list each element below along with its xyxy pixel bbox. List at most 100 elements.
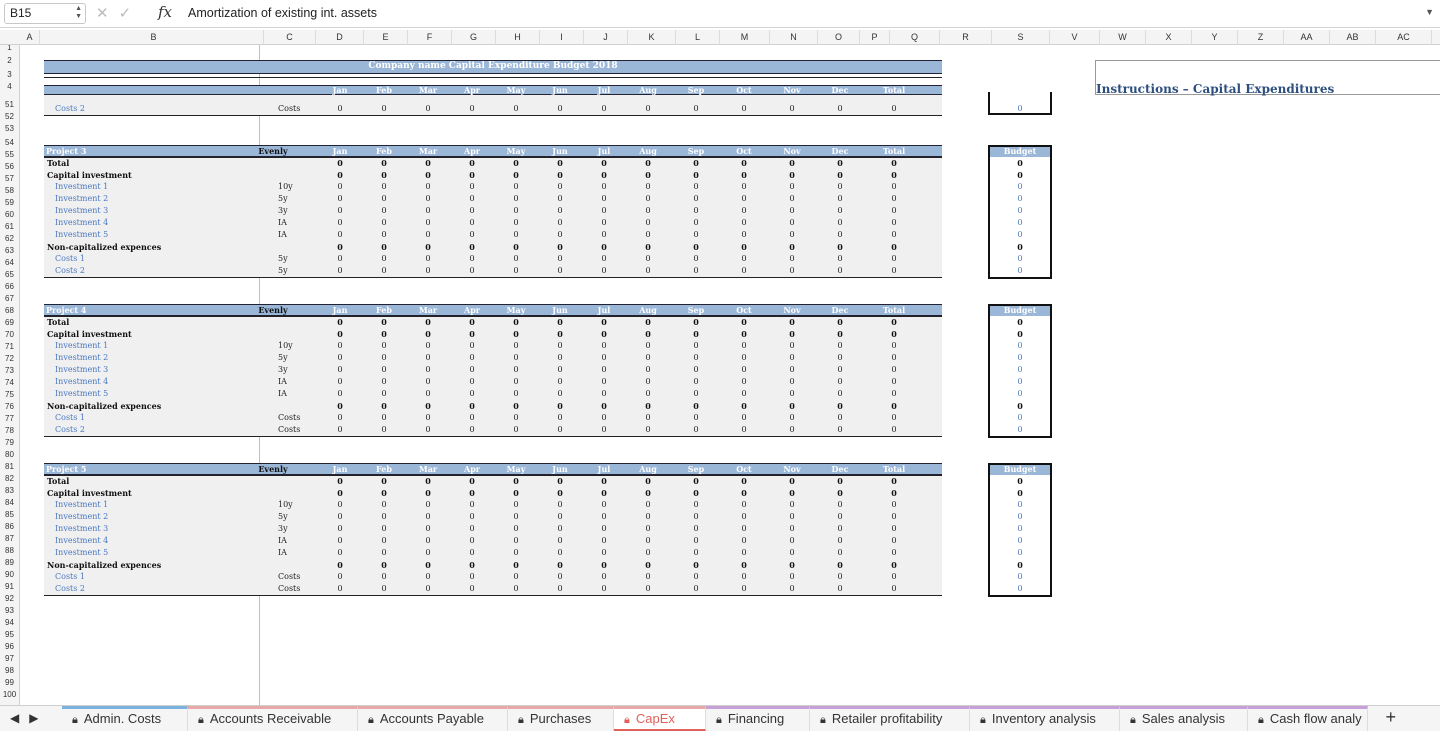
column-header-z[interactable]: Z [1238,30,1284,45]
row-number[interactable]: 88 [0,545,19,557]
add-sheet-button[interactable]: + [1385,707,1396,728]
column-header-m[interactable]: M [720,30,770,45]
next-sheet-icon[interactable]: ▶ [29,711,38,725]
column-header-ac[interactable]: AC [1376,30,1432,45]
tab-purchases[interactable]: 🔒︎ Purchases [508,706,614,731]
column-header-r[interactable]: R [940,30,992,45]
column-header-p[interactable]: P [860,30,890,45]
column-header-b[interactable]: B [44,30,264,45]
tab-accounts-payable[interactable]: 🔒︎ Accounts Payable [358,706,508,731]
row-number[interactable]: 94 [0,617,19,629]
column-header-e[interactable]: E [364,30,408,45]
column-header-f[interactable]: F [408,30,452,45]
row-number[interactable]: 73 [0,365,19,377]
column-header-v[interactable]: V [1050,30,1100,45]
sheet-nav-arrows[interactable]: ◀ ▶ [10,711,38,725]
row-number[interactable]: 75 [0,389,19,401]
row-number[interactable]: 68 [0,305,19,317]
row-number[interactable]: 86 [0,521,19,533]
row-number[interactable]: 83 [0,485,19,497]
row-number[interactable]: 53 [0,123,19,135]
column-header-ab[interactable]: AB [1330,30,1376,45]
row-number[interactable]: 95 [0,629,19,641]
prev-sheet-icon[interactable]: ◀ [10,711,19,725]
tab-inventory-analysis[interactable]: 🔒︎ Inventory analysis [970,706,1120,731]
column-header-w[interactable]: W [1100,30,1146,45]
column-header-k[interactable]: K [628,30,676,45]
tab-retailer-profitability[interactable]: 🔒︎ Retailer profitability [810,706,970,731]
row-number[interactable]: 87 [0,533,19,545]
row-number[interactable]: 55 [0,149,19,161]
column-header-o[interactable]: O [818,30,860,45]
row-number[interactable]: 56 [0,161,19,173]
column-header-n[interactable]: N [770,30,818,45]
row-number[interactable]: 100 [0,689,19,701]
row-number[interactable]: 92 [0,593,19,605]
column-header-d[interactable]: D [316,30,364,45]
row-number[interactable]: 61 [0,221,19,233]
tab-admin-costs[interactable]: 🔒︎ Admin. Costs [62,706,188,731]
row-number[interactable]: 97 [0,653,19,665]
row-number[interactable]: 67 [0,293,19,305]
column-header-j[interactable]: J [584,30,628,45]
tab-financing[interactable]: 🔒︎ Financing [706,706,810,731]
row-number[interactable]: 91 [0,581,19,593]
row-number[interactable]: 89 [0,557,19,569]
row-number[interactable]: 99 [0,677,19,689]
row-number[interactable]: 58 [0,185,19,197]
sheet-grid[interactable]: Company name Capital Expenditure Budget … [20,45,1440,705]
column-header-c[interactable]: C [264,30,316,45]
row-number[interactable]: 72 [0,353,19,365]
row-number[interactable]: 79 [0,437,19,449]
column-header-g[interactable]: G [452,30,496,45]
formula-expand-icon[interactable]: ▼ [1425,7,1434,17]
row-number[interactable]: 81 [0,461,19,473]
column-header-s[interactable]: S [992,30,1050,45]
row-number[interactable]: 57 [0,173,19,185]
row-number[interactable]: 52 [0,111,19,123]
row-number[interactable]: 3 [0,69,19,81]
tab-accounts-receivable[interactable]: 🔒︎ Accounts Receivable [188,706,358,731]
row-number[interactable]: 78 [0,425,19,437]
row-number[interactable]: 63 [0,245,19,257]
cancel-icon[interactable]: ✕ [96,5,119,22]
row-number[interactable]: 70 [0,329,19,341]
row-number[interactable]: 90 [0,569,19,581]
row-number[interactable]: 85 [0,509,19,521]
column-header-aa[interactable]: AA [1284,30,1330,45]
row-number[interactable]: 66 [0,281,19,293]
row-number[interactable]: 2 [0,55,19,67]
row-number[interactable]: 84 [0,497,19,509]
row-number[interactable]: 65 [0,269,19,281]
column-header-l[interactable]: L [676,30,720,45]
row-number[interactable]: 60 [0,209,19,221]
tab-cash-flow-analy[interactable]: 🔒︎ Cash flow analy [1248,706,1368,731]
column-header-h[interactable]: H [496,30,540,45]
name-box-stepper-icon[interactable]: ▲ ▼ [75,5,82,21]
row-number[interactable]: 77 [0,413,19,425]
column-header-x[interactable]: X [1146,30,1192,45]
row-number[interactable]: 96 [0,641,19,653]
row-number[interactable]: 54 [0,137,19,149]
row-number[interactable]: 4 [0,81,19,93]
fx-icon[interactable]: fx [158,3,172,21]
row-number[interactable]: 76 [0,401,19,413]
row-number[interactable]: 74 [0,377,19,389]
name-box[interactable]: B15 ▲ ▼ [4,3,86,24]
column-header-i[interactable]: I [540,30,584,45]
formula-input[interactable]: Amortization of existing int. assets [188,6,377,20]
confirm-icon[interactable]: ✓ [119,5,142,22]
column-header-q[interactable]: Q [890,30,940,45]
row-number[interactable]: 71 [0,341,19,353]
row-number[interactable]: 62 [0,233,19,245]
row-number[interactable]: 1 [0,45,19,54]
row-number[interactable]: 93 [0,605,19,617]
row-number[interactable]: 64 [0,257,19,269]
row-number[interactable]: 80 [0,449,19,461]
tab-capex[interactable]: 🔒︎ CapEx [614,706,706,731]
row-number[interactable]: 69 [0,317,19,329]
row-number[interactable]: 51 [0,99,19,111]
row-number[interactable]: 98 [0,665,19,677]
tab-sales-analysis[interactable]: 🔒︎ Sales analysis [1120,706,1248,731]
row-number[interactable]: 82 [0,473,19,485]
